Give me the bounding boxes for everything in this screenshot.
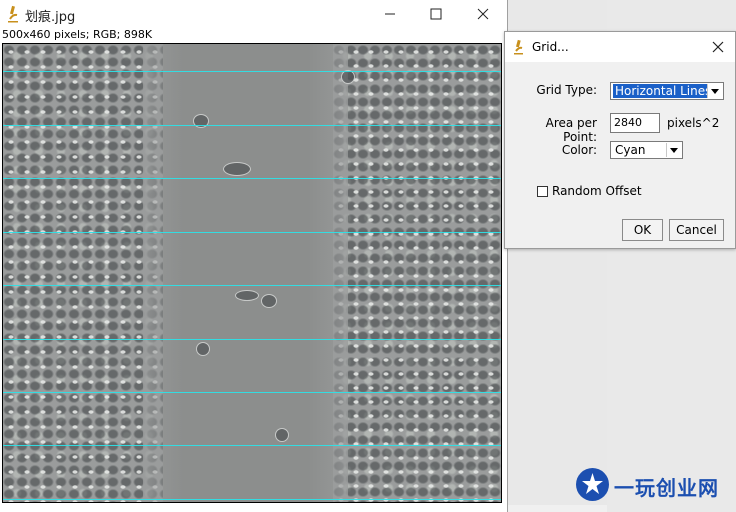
watermark-logo: 一玩创业网 xyxy=(576,468,736,504)
grid-line xyxy=(3,339,501,340)
logo-emblem-icon xyxy=(576,468,609,501)
microscope-icon xyxy=(8,5,18,23)
cell-layer-left xyxy=(3,44,163,502)
grid-type-label: Grid Type: xyxy=(536,83,597,97)
area-unit-label: pixels^2 xyxy=(667,116,720,130)
grid-line xyxy=(3,445,501,446)
close-icon[interactable] xyxy=(471,2,495,26)
grid-line xyxy=(3,178,501,179)
maximize-icon[interactable] xyxy=(424,2,448,26)
image-window-title: 划痕.jpg xyxy=(25,10,76,25)
color-label: Color: xyxy=(561,143,597,157)
grid-dialog-titlebar[interactable]: Grid... xyxy=(505,32,735,62)
floating-cell xyxy=(341,70,355,84)
grid-line xyxy=(3,499,501,500)
microscope-icon xyxy=(514,39,523,55)
grid-line xyxy=(3,392,501,393)
cancel-button[interactable]: Cancel xyxy=(669,219,724,241)
grid-dialog-title: Grid... xyxy=(532,40,569,54)
random-offset-checkbox[interactable] xyxy=(537,186,548,197)
image-info: 500x460 pixels; RGB; 898K xyxy=(2,28,153,41)
color-value: Cyan xyxy=(615,143,646,157)
area-per-point-label: Area per Point: xyxy=(545,116,597,144)
grid-type-select[interactable]: Horizontal Lines xyxy=(610,82,724,100)
grid-line xyxy=(3,232,501,233)
cell-edge-left xyxy=(143,44,183,502)
grid-line xyxy=(3,125,501,126)
cell-layer-right xyxy=(333,44,501,502)
area-per-point-input[interactable]: 2840 xyxy=(610,113,660,133)
floating-cell xyxy=(196,342,210,356)
cell-edge-right xyxy=(308,44,348,502)
image-window-titlebar[interactable]: 划痕.jpg xyxy=(0,0,507,28)
grid-line xyxy=(3,285,501,286)
random-offset-label: Random Offset xyxy=(552,184,642,198)
chevron-down-icon xyxy=(666,143,681,157)
grid-dialog: Grid... Grid Type: Horizontal Lines Area… xyxy=(504,31,736,249)
minimize-icon[interactable] xyxy=(378,2,402,26)
floating-cell xyxy=(235,290,259,301)
close-icon[interactable] xyxy=(711,40,725,54)
floating-cell xyxy=(275,428,289,442)
floating-cell xyxy=(261,294,277,308)
logo-emblem-glyph xyxy=(582,473,603,494)
grid-type-value: Horizontal Lines xyxy=(611,83,715,99)
image-canvas[interactable] xyxy=(2,43,502,503)
color-select[interactable]: Cyan xyxy=(610,141,683,159)
chevron-down-icon xyxy=(707,84,722,98)
ok-button[interactable]: OK xyxy=(622,219,663,241)
watermark-text: 一玩创业网 xyxy=(614,476,719,500)
image-window: 划痕.jpg 500x460 pixels; RGB; 898K xyxy=(0,0,508,512)
grid-line xyxy=(3,71,501,72)
floating-cell xyxy=(223,162,251,176)
